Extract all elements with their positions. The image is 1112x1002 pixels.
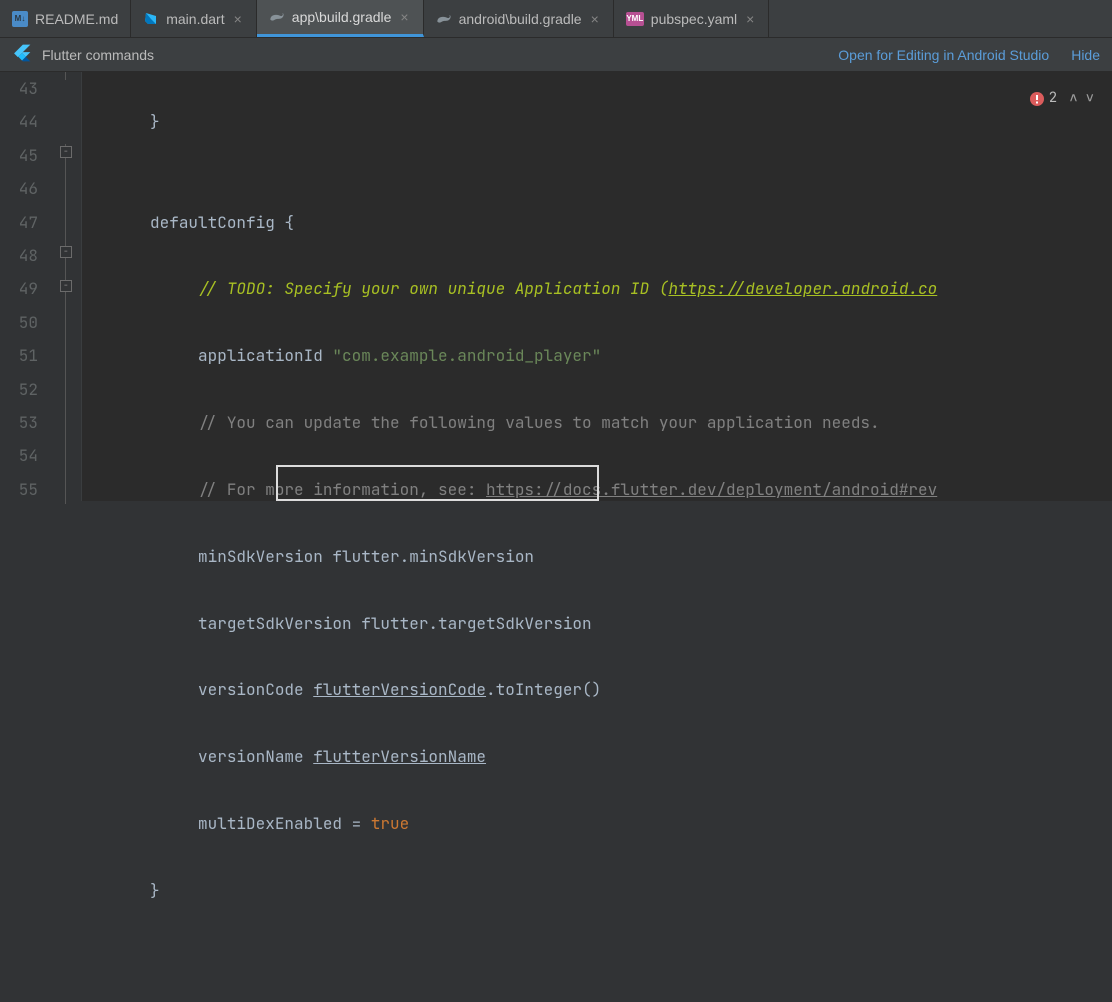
flutter-icon xyxy=(12,43,32,66)
hide-link[interactable]: Hide xyxy=(1071,47,1100,63)
yaml-icon: YML xyxy=(626,12,644,26)
code-line: // TODO: Specify your own unique Applica… xyxy=(102,272,1112,305)
code-content[interactable]: } defaultConfig { // TODO: Specify your … xyxy=(82,72,1112,501)
markdown-icon: M↓ xyxy=(12,11,28,27)
toolbar-label: Flutter commands xyxy=(42,47,154,63)
editor-toolbar: Flutter commands Open for Editing in And… xyxy=(0,38,1112,72)
code-line: targetSdkVersion flutter.targetSdkVersio… xyxy=(102,607,1112,640)
chevron-down-icon[interactable]: ∨ xyxy=(1084,82,1096,115)
line-number: 52 xyxy=(0,373,38,406)
editor-tabs-bar: M↓ README.md main.dart × app\build.gradl… xyxy=(0,0,1112,38)
line-number: 53 xyxy=(0,406,38,439)
fold-toggle-icon[interactable]: − xyxy=(60,246,72,258)
tab-main-dart[interactable]: main.dart × xyxy=(131,0,257,37)
open-android-studio-link[interactable]: Open for Editing in Android Studio xyxy=(838,47,1049,63)
line-number: 47 xyxy=(0,206,38,239)
code-line: // You can update the following values t… xyxy=(102,406,1112,439)
line-number: 44 xyxy=(0,105,38,138)
fold-toggle-icon[interactable]: − xyxy=(60,280,72,292)
line-number: 55 xyxy=(0,473,38,506)
tab-label: android\build.gradle xyxy=(459,11,582,27)
code-line: applicationId "com.example.android_playe… xyxy=(102,339,1112,372)
line-number: 43 xyxy=(0,72,38,105)
line-number: 48 xyxy=(0,239,38,272)
line-number-gutter: 43 44 45 46 47 48 49 50 51 52 53 54 55 xyxy=(0,72,50,501)
line-number: 45 xyxy=(0,139,38,172)
code-line: } xyxy=(102,105,1112,138)
close-icon[interactable]: × xyxy=(589,11,601,27)
line-number: 51 xyxy=(0,339,38,372)
dart-icon xyxy=(143,11,159,27)
inspections-widget[interactable]: 2 ∧ ∨ xyxy=(1025,80,1100,117)
gradle-icon xyxy=(436,11,452,27)
code-line: multiDexEnabled = true xyxy=(102,807,1112,840)
code-line: defaultConfig { xyxy=(102,206,1112,239)
code-line: } xyxy=(102,874,1112,907)
fold-toggle-icon[interactable]: − xyxy=(60,146,72,158)
error-count: 2 xyxy=(1049,82,1057,115)
tab-label: pubspec.yaml xyxy=(651,11,737,27)
tab-label: app\build.gradle xyxy=(292,9,392,25)
gradle-icon xyxy=(269,9,285,25)
line-number: 50 xyxy=(0,306,38,339)
code-line: versionCode flutterVersionCode.toInteger… xyxy=(102,673,1112,706)
tab-pubspec-yaml[interactable]: YML pubspec.yaml × xyxy=(614,0,770,37)
line-number: 54 xyxy=(0,439,38,472)
tab-label: README.md xyxy=(35,11,118,27)
close-icon[interactable]: × xyxy=(398,9,410,25)
close-icon[interactable]: × xyxy=(232,11,244,27)
line-number: 46 xyxy=(0,172,38,205)
code-editor[interactable]: 43 44 45 46 47 48 49 50 51 52 53 54 55 −… xyxy=(0,72,1112,501)
fold-gutter: − − − xyxy=(50,72,82,501)
code-line: versionName flutterVersionName xyxy=(102,740,1112,773)
code-line: minSdkVersion flutter.minSdkVersion xyxy=(102,540,1112,573)
error-icon xyxy=(1029,91,1045,107)
code-line: // For more information, see: https://do… xyxy=(102,473,1112,506)
tab-app-build-gradle[interactable]: app\build.gradle × xyxy=(257,0,424,37)
chevron-up-icon[interactable]: ∧ xyxy=(1067,82,1079,115)
tab-label: main.dart xyxy=(166,11,224,27)
close-icon[interactable]: × xyxy=(744,11,756,27)
line-number: 49 xyxy=(0,272,38,305)
tab-readme[interactable]: M↓ README.md xyxy=(0,0,131,37)
tab-android-build-gradle[interactable]: android\build.gradle × xyxy=(424,0,614,37)
